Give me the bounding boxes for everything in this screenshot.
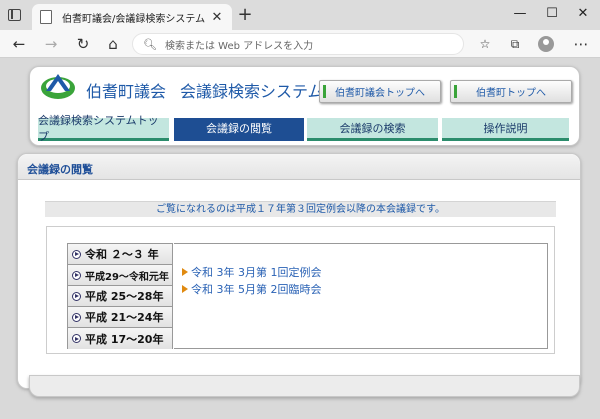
site-title: 伯耆町議会 会議録検索システム <box>86 78 338 102</box>
collections-icon[interactable]: ⧉ <box>504 33 526 55</box>
notice-text: ご覧になれるのは平成１７年第３回定例会以降の本会議録です。 <box>45 201 556 217</box>
arrow-right-icon <box>182 268 188 276</box>
year-item-h17-h20[interactable]: 平成 17～20年 <box>68 328 172 349</box>
browse-box: 令和 ２～３ 年 平成29～令和元年 平成 25～28年 平成 21～24年 平… <box>46 226 555 354</box>
refresh-icon[interactable]: ↻ <box>72 33 94 55</box>
year-item-h29-r1[interactable]: 平成29～令和元年 <box>68 265 172 286</box>
meeting-link[interactable]: 令和 3年 3月第 1回定例会 <box>191 266 322 279</box>
circle-arrow-icon <box>72 334 81 343</box>
favorites-icon[interactable]: ☆ <box>474 33 496 55</box>
list-item[interactable]: 令和 3年 3月第 1回定例会 <box>182 264 322 280</box>
content-panel: 会議録の閲覧 ご覧になれるのは平成１７年第３回定例会以降の本会議録です。 令和 … <box>17 153 581 389</box>
back-icon[interactable]: ← <box>8 33 30 55</box>
maximize-icon[interactable]: ☐ <box>541 4 563 24</box>
town-top-link-button[interactable]: 伯耆町トップへ <box>450 80 572 103</box>
address-placeholder: 検索または Web アドレスを入力 <box>164 40 314 52</box>
tab-browse-minutes[interactable]: 会議録の閲覧 <box>174 118 304 141</box>
page: 伯耆町議会 会議録検索システム 伯耆町議会トップへ 伯耆町トップへ 会議録検索シス… <box>0 58 600 419</box>
meeting-link[interactable]: 令和 3年 5月第 2回臨時会 <box>191 283 322 296</box>
list-item[interactable]: 令和 3年 5月第 2回臨時会 <box>182 281 322 297</box>
address-bar[interactable]: 🔍︎ 検索または Web アドレスを入力 <box>132 33 464 55</box>
tab-help[interactable]: 操作説明 <box>442 118 569 141</box>
site-name: 伯耆町議会 <box>86 82 167 101</box>
more-icon[interactable]: ⋯ <box>570 33 592 55</box>
new-tab-icon[interactable]: + <box>236 6 254 24</box>
system-name: 会議録検索システム <box>180 82 324 101</box>
minimize-icon[interactable]: — <box>509 4 531 24</box>
council-top-link-button[interactable]: 伯耆町議会トップへ <box>319 80 441 103</box>
avatar[interactable] <box>538 36 554 52</box>
circle-arrow-icon <box>72 312 81 322</box>
tab-system-top[interactable]: 会議録検索システムトップ <box>38 114 169 143</box>
home-icon[interactable]: ⌂ <box>102 33 124 55</box>
close-window-icon[interactable]: ✕ <box>572 4 594 24</box>
browser-tab[interactable]: 伯耆町議会/会議録検索システム ✕ <box>32 4 232 30</box>
circle-arrow-icon <box>72 291 81 301</box>
search-icon: 🔍︎ <box>143 37 157 51</box>
year-item-h21-h24[interactable]: 平成 21～24年 <box>68 307 172 328</box>
header-panel: 伯耆町議会 会議録検索システム 伯耆町議会トップへ 伯耆町トップへ 会議録検索シス… <box>29 66 580 146</box>
meeting-list: 令和 3年 3月第 1回定例会 令和 3年 5月第 2回臨時会 <box>174 243 548 349</box>
year-list: 令和 ２～３ 年 平成29～令和元年 平成 25～28年 平成 21～24年 平… <box>67 243 173 349</box>
page-favicon-icon <box>40 10 52 24</box>
tab-close-icon[interactable]: ✕ <box>210 10 224 25</box>
browser-tabstrip: 伯耆町議会/会議録検索システム ✕ + — ☐ ✕ <box>0 0 600 30</box>
tab-search-minutes[interactable]: 会議録の検索 <box>307 118 438 141</box>
year-item-r2-r3[interactable]: 令和 ２～３ 年 <box>68 244 172 265</box>
tab-title: 伯耆町議会/会議録検索システム <box>62 13 206 25</box>
forward-icon[interactable]: → <box>40 33 62 55</box>
section-title: 会議録の閲覧 <box>18 154 580 180</box>
circle-arrow-icon <box>72 270 81 280</box>
town-logo-icon <box>41 74 75 99</box>
circle-arrow-icon <box>72 249 81 259</box>
year-item-h25-h28[interactable]: 平成 25～28年 <box>68 286 172 307</box>
window-menu-icon[interactable] <box>8 9 21 21</box>
browser-toolbar: ← → ↻ ⌂ 🔍︎ 検索または Web アドレスを入力 ☆ ⧉ ⋯ <box>0 30 600 58</box>
arrow-right-icon <box>182 285 188 293</box>
footer-panel <box>29 375 580 397</box>
